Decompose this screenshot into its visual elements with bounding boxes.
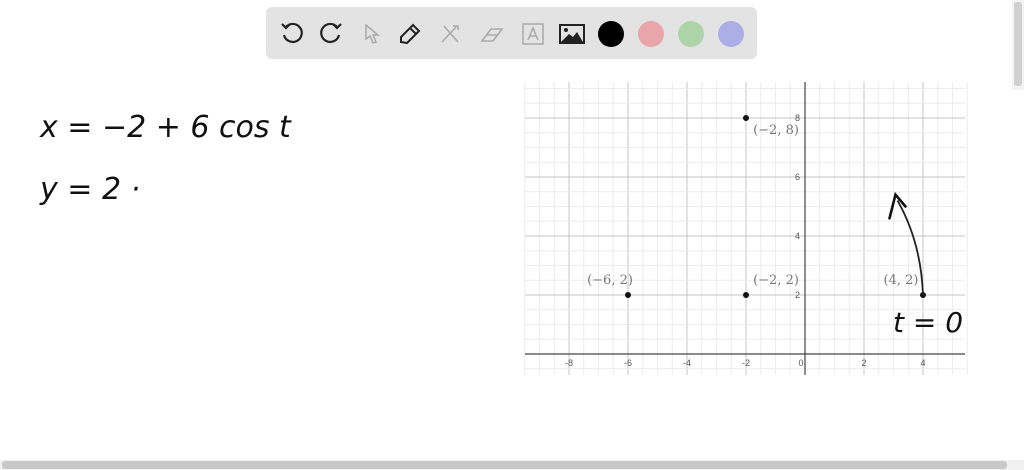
point-label: (−6, 2): [587, 273, 633, 288]
data-point: [625, 292, 631, 298]
point-label: (−2, 8): [753, 123, 799, 138]
x-tick-label: -2: [742, 358, 750, 368]
data-point: [743, 115, 749, 121]
y-tick-label: 2: [795, 290, 800, 300]
y-tick-label: 4: [795, 231, 800, 241]
x-tick-label: -8: [565, 358, 573, 368]
y-tick-label: 8: [795, 113, 800, 123]
coordinate-graph: -8 -6 -4 -2 0 2 4 2 4 6 8(−2, 8) (−6, 2) (−2, 2) (4, …: [524, 82, 968, 375]
y-tick-label: 6: [795, 172, 800, 182]
vertical-scrollbar-thumb[interactable]: [1014, 2, 1022, 86]
x-tick-label: -6: [624, 358, 632, 368]
x-tick-label: 0: [798, 358, 803, 368]
handwritten-t-zero: t = 0: [893, 306, 964, 339]
x-tick-label: 4: [920, 358, 925, 368]
x-tick-label: -4: [683, 358, 691, 368]
data-point: [743, 292, 749, 298]
x-tick-label: 2: [861, 358, 866, 368]
horizontal-scrollbar-thumb[interactable]: [2, 461, 1007, 469]
point-label: (4, 2): [884, 273, 919, 288]
point-label: (−2, 2): [753, 273, 799, 288]
